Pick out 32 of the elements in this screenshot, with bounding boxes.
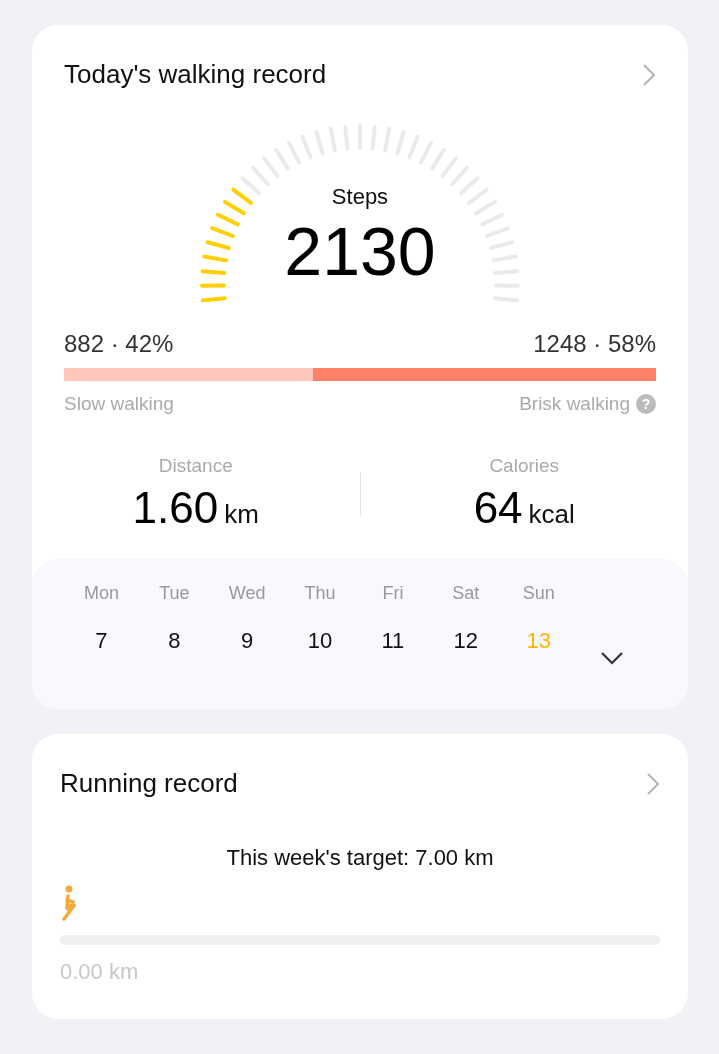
brisk-reading: 1248 · 58%: [533, 330, 656, 358]
stat-label: Calories: [489, 455, 560, 477]
stat-value: 1.60: [132, 483, 219, 533]
weekday-label: Sun: [522, 583, 555, 604]
weekly-target: This week's target: 7.00 km: [225, 845, 495, 871]
chevron-right-icon[interactable]: [646, 771, 660, 796]
stat-value: 64: [473, 483, 523, 533]
brisk-label: Brisk walking: [519, 393, 630, 415]
card-title: Today's walking record: [64, 59, 327, 90]
stat-unit: km: [224, 499, 259, 530]
chevron-down-icon[interactable]: [599, 651, 624, 665]
day-date[interactable]: 12: [453, 628, 479, 654]
chevron-right-icon[interactable]: [642, 62, 656, 87]
day-date[interactable]: 7: [95, 628, 108, 654]
steps-count: 2130: [284, 212, 436, 290]
weekday-label: Mon: [83, 583, 119, 604]
card-title: Running record: [60, 768, 238, 799]
day-date[interactable]: 10: [307, 628, 333, 654]
day-date[interactable]: 11: [381, 628, 405, 654]
weekday-label: Sat: [452, 583, 480, 604]
day-date[interactable]: 8: [168, 628, 181, 654]
runner-icon: [60, 885, 76, 921]
stat-unit: kcal: [528, 499, 575, 530]
slow-label: Slow walking: [64, 393, 174, 415]
weekday-label: Tue: [159, 583, 190, 604]
weekday-label: Wed: [228, 583, 266, 604]
day-date[interactable]: 9: [241, 628, 254, 654]
weekday-label: Fri: [382, 583, 404, 604]
weekday-label: Thu: [304, 583, 336, 604]
stat-label: Distance: [158, 455, 233, 477]
steps-label: Steps: [331, 184, 389, 210]
slow-reading: 882 · 42%: [64, 330, 174, 358]
